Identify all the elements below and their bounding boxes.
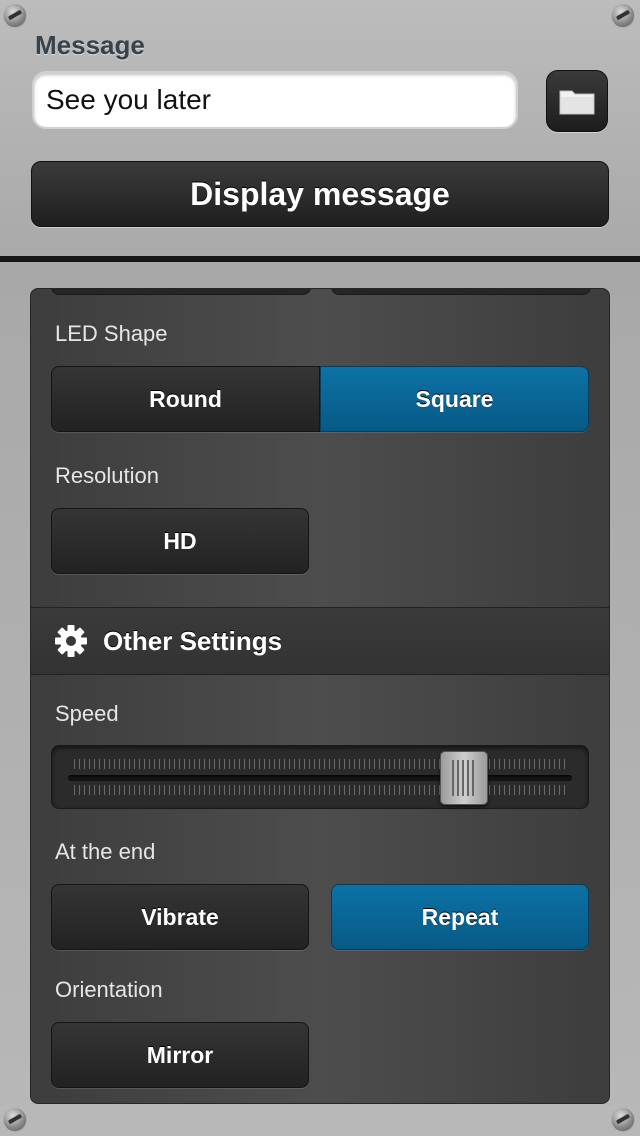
other-settings-title: Other Settings — [103, 625, 283, 656]
orientation-label: Orientation — [55, 977, 163, 1002]
settings-panel[interactable]: LED Shape Round Square Resolution HD Oth… — [30, 288, 610, 1104]
scrolled-button[interactable] — [331, 289, 591, 295]
folder-icon — [559, 90, 595, 115]
message-panel: Message Display message — [0, 0, 640, 258]
speed-slider[interactable] — [51, 745, 589, 809]
message-input[interactable] — [32, 71, 518, 129]
scrolled-button[interactable] — [51, 289, 311, 295]
led-shape-label: LED Shape — [55, 321, 168, 346]
slider-ticks — [74, 759, 566, 769]
speed-label: Speed — [55, 701, 119, 726]
folder-button[interactable] — [546, 70, 608, 132]
resolution-label: Resolution — [55, 463, 159, 488]
led-shape-round-button[interactable]: Round — [51, 366, 320, 432]
mirror-button[interactable]: Mirror — [51, 1022, 309, 1088]
at-the-end-label: At the end — [55, 839, 156, 864]
screw-icon — [4, 4, 26, 26]
screw-icon — [4, 1108, 26, 1130]
display-message-button[interactable]: Display message — [31, 161, 609, 227]
screw-icon — [612, 4, 634, 26]
gear-icon — [55, 625, 87, 657]
slider-track-line — [68, 775, 572, 781]
led-shape-square-button[interactable]: Square — [320, 366, 589, 432]
vibrate-button[interactable]: Vibrate — [51, 884, 309, 950]
repeat-button[interactable]: Repeat — [331, 884, 589, 950]
other-settings-header: Other Settings — [31, 607, 609, 675]
speed-slider-thumb[interactable] — [439, 751, 488, 805]
slider-ticks — [74, 785, 566, 795]
resolution-hd-button[interactable]: HD — [51, 508, 309, 574]
screw-icon — [612, 1108, 634, 1130]
message-label: Message — [35, 30, 145, 60]
